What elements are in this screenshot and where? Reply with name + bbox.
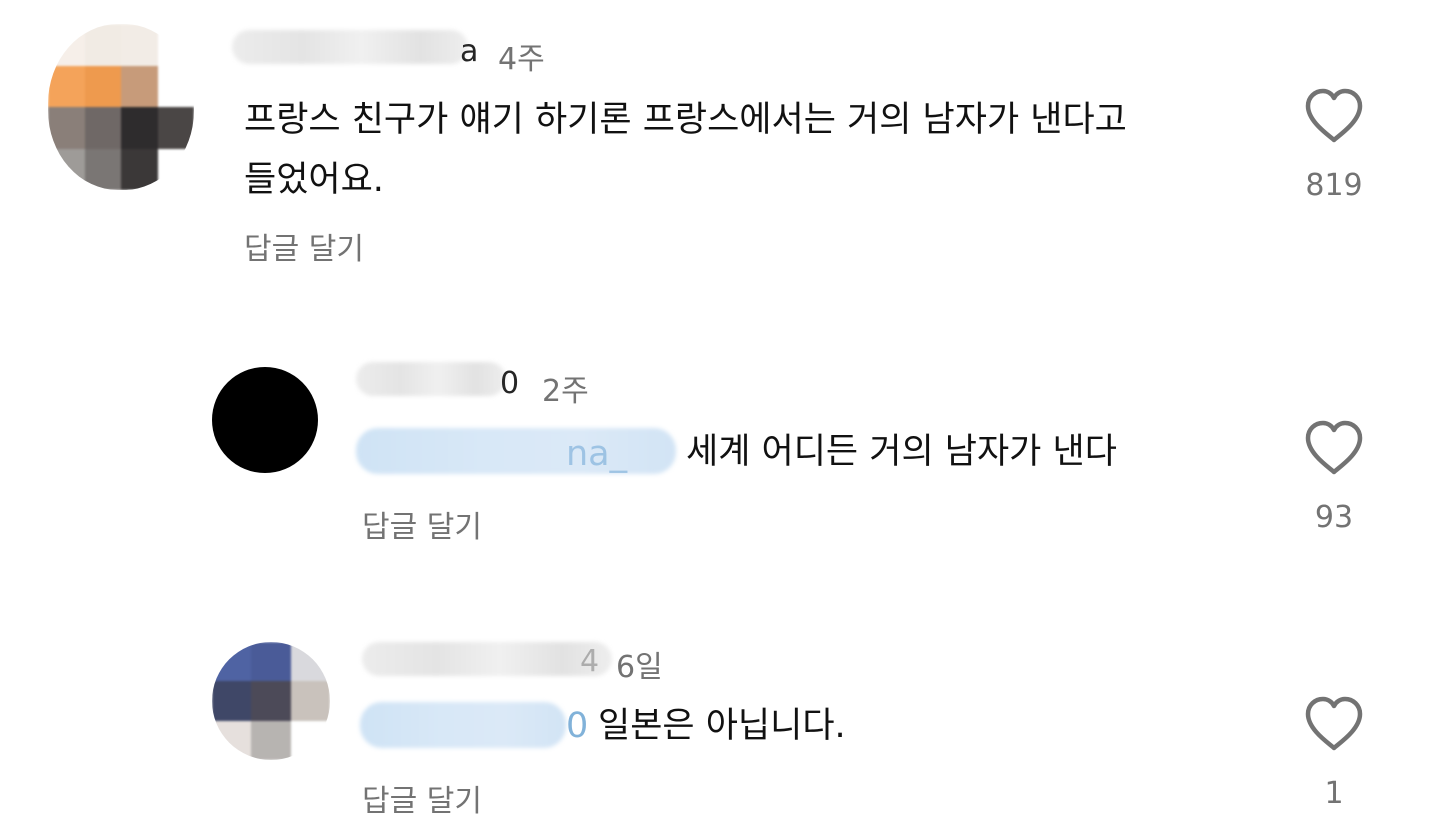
avatar[interactable] [212, 642, 330, 760]
comment-text: 세계 어디든 거의 남자가 낸다 [686, 432, 1117, 472]
mention-redacted[interactable] [360, 702, 566, 748]
comment-time: 2주 [542, 374, 589, 409]
comment-3: 4 6일 0 일본은 아닙니다. 답글 달기 1 [0, 620, 1440, 827]
reply-button[interactable]: 답글 달기 [244, 224, 364, 268]
reply-button[interactable]: 답글 달기 [362, 776, 482, 820]
reply-button[interactable]: 답글 달기 [362, 502, 482, 546]
like-button[interactable] [1302, 420, 1366, 476]
heart-outline-icon [1305, 420, 1363, 475]
comment-time: 4주 [498, 42, 545, 77]
username-tail[interactable]: 4 [580, 644, 599, 679]
like-count: 93 [1314, 500, 1354, 535]
username-redacted[interactable] [362, 642, 612, 676]
avatar[interactable] [212, 367, 318, 473]
avatar[interactable] [48, 24, 194, 190]
like-button[interactable] [1302, 88, 1366, 144]
comment-text: 일본은 아닙니다. [598, 706, 846, 746]
username-tail[interactable]: 0 [500, 366, 519, 401]
comment-text-line-1: 프랑스 친구가 얘기 하기론 프랑스에서는 거의 남자가 낸다고 [244, 100, 1127, 140]
comment-1: a 4주 프랑스 친구가 얘기 하기론 프랑스에서는 거의 남자가 낸다고 들었… [0, 0, 1440, 280]
comment-time: 6일 [616, 650, 663, 685]
mention-tail[interactable]: 0 [566, 706, 588, 746]
username-tail[interactable]: a [460, 34, 478, 69]
heart-outline-icon [1305, 88, 1363, 143]
username-redacted[interactable] [232, 30, 468, 64]
username-redacted[interactable] [356, 362, 506, 396]
like-count: 1 [1324, 776, 1344, 811]
mention-tail[interactable]: na_ [566, 434, 627, 474]
like-count: 819 [1305, 168, 1363, 203]
comment-text-line-2: 들었어요. [244, 160, 384, 200]
like-button[interactable] [1302, 696, 1366, 752]
mention-redacted[interactable] [356, 428, 676, 474]
heart-outline-icon [1305, 696, 1363, 751]
comment-2: 0 2주 na_ 세계 어디든 거의 남자가 낸다 답글 달기 93 [0, 340, 1440, 560]
